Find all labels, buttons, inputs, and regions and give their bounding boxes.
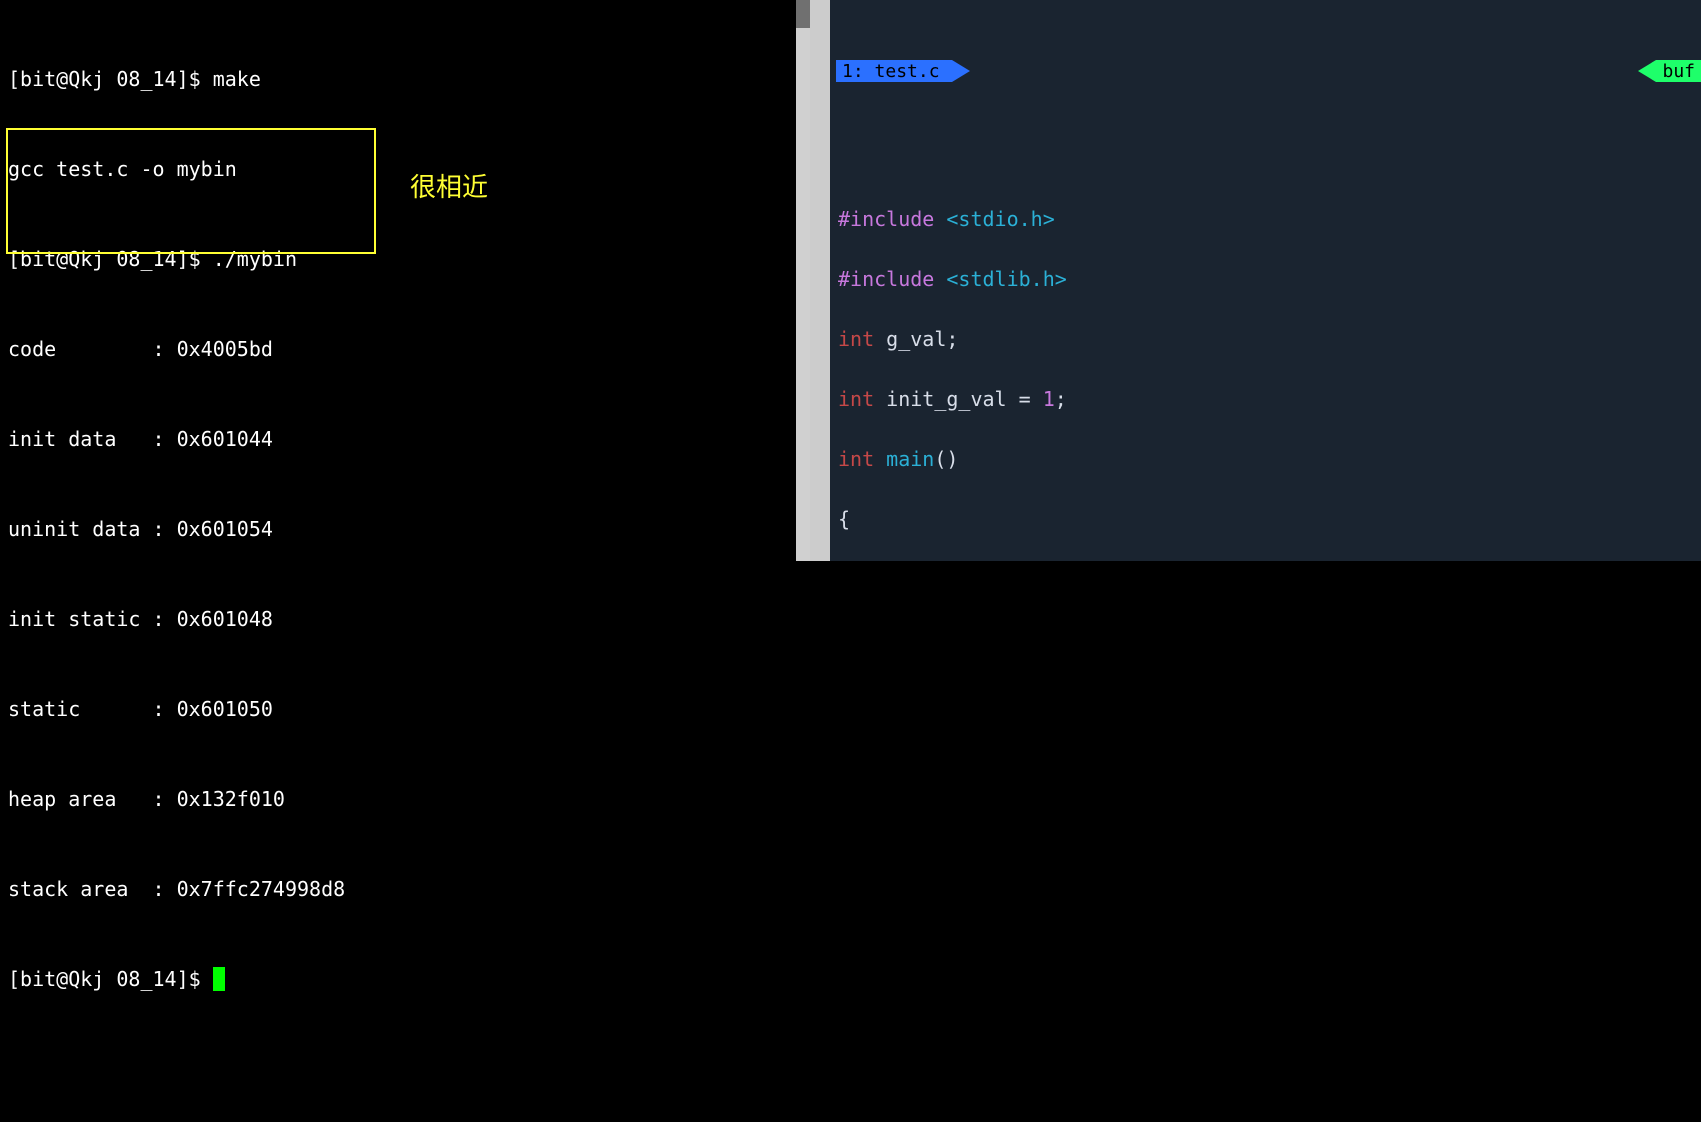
terminal-line: [bit@Qkj 08_14]$ ./mybin <box>8 244 802 274</box>
terminal-line: init static : 0x601048 <box>8 604 802 634</box>
terminal-prompt-current[interactable]: [bit@Qkj 08_14]$ <box>8 964 802 994</box>
terminal-line: static : 0x601050 <box>8 694 802 724</box>
terminal-line: code : 0x4005bd <box>8 334 802 364</box>
terminal-line: init data : 0x601044 <box>8 424 802 454</box>
terminal-line: gcc test.c -o mybin <box>8 154 802 184</box>
tab-filename: test.c <box>875 58 940 85</box>
editor-tab-bar: 1: test.c buf <box>836 60 1701 82</box>
code-line: #include <stdio.h> <box>838 204 1701 234</box>
code-line: int init_g_val = 1; <box>838 384 1701 414</box>
terminal-pane[interactable]: [bit@Qkj 08_14]$ make gcc test.c -o mybi… <box>0 0 810 561</box>
terminal-line: [bit@Qkj 08_14]$ make <box>8 64 802 94</box>
code-area[interactable]: #include <stdio.h> #include <stdlib.h> i… <box>836 172 1701 561</box>
editor-pane[interactable]: 1: test.c buf #include <stdio.h> #includ… <box>830 0 1701 561</box>
tab-spacer <box>952 60 1657 82</box>
terminal-cursor <box>213 967 225 991</box>
buffer-badge[interactable]: buf <box>1656 60 1701 82</box>
editor-tab-active[interactable]: 1: test.c <box>836 60 952 82</box>
terminal-line: heap area : 0x132f010 <box>8 784 802 814</box>
terminal-scrollbar-track[interactable] <box>796 0 810 561</box>
tab-sep: : <box>853 58 875 85</box>
code-line: int main() <box>838 444 1701 474</box>
annotation-label: 很相近 <box>410 168 488 207</box>
terminal-line: uninit data : 0x601054 <box>8 514 802 544</box>
terminal-line: stack area : 0x7ffc274998d8 <box>8 874 802 904</box>
code-line: int g_val; <box>838 324 1701 354</box>
annotation-highlight-box <box>6 128 376 254</box>
code-line: #include <stdlib.h> <box>838 264 1701 294</box>
tab-index: 1 <box>842 58 853 85</box>
code-line: { <box>838 504 1701 534</box>
terminal-scrollbar-thumb[interactable] <box>796 0 810 28</box>
